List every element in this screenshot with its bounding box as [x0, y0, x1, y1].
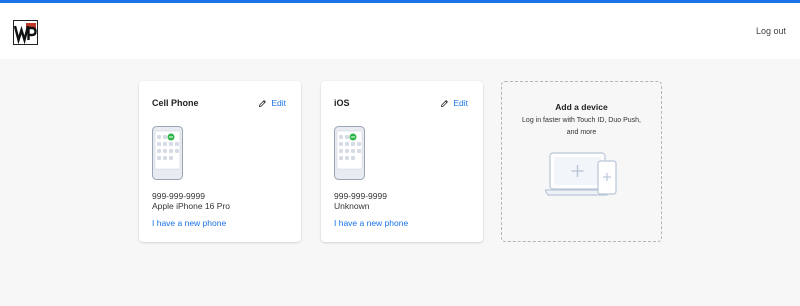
pencil-icon [441, 99, 449, 107]
logout-link[interactable]: Log out [756, 26, 786, 36]
edit-label: Edit [271, 98, 286, 108]
phone-model: Apple iPhone 16 Pro [152, 201, 230, 211]
pencil-icon [259, 99, 267, 107]
device-name: iOS [334, 98, 350, 108]
device-name: Cell Phone [152, 98, 199, 108]
phone-model: Unknown [334, 201, 370, 211]
phone-number: 999-999-9999 [152, 191, 205, 201]
edit-button[interactable]: Edit [440, 98, 468, 108]
edit-button[interactable]: Edit [258, 98, 286, 108]
phone-number: 999-999-9999 [334, 191, 387, 201]
add-device-title: Add a device [555, 102, 608, 112]
add-device-illustration [545, 152, 619, 198]
edit-label: Edit [453, 98, 468, 108]
header: Log out [0, 3, 800, 59]
new-phone-link[interactable]: I have a new phone [152, 218, 226, 228]
device-card-ios: iOS Edit 999-999-9999 Unknown I have a n… [321, 81, 483, 242]
add-device-subtitle: Log in faster with Touch ID, Duo Push, a… [522, 117, 641, 136]
wp-logo-icon [14, 21, 37, 44]
phone-illustration [334, 126, 365, 180]
new-phone-link[interactable]: I have a new phone [334, 218, 408, 228]
add-device-card[interactable]: Add a device Log in faster with Touch ID… [501, 81, 662, 242]
wp-logo [13, 20, 38, 45]
device-card-cell-phone: Cell Phone Edit 999-999-9999 Apple iPhon… [139, 81, 301, 242]
phone-illustration [152, 126, 183, 180]
